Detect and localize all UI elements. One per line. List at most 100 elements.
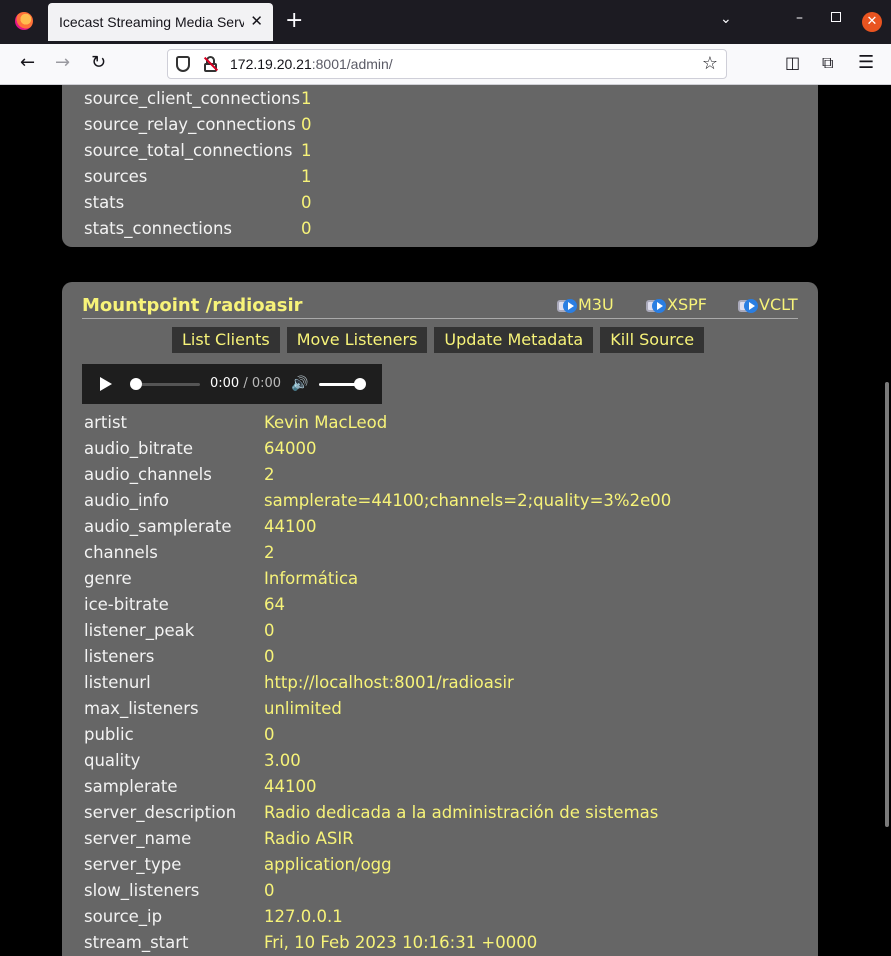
stat-key: max_listeners <box>84 699 199 718</box>
mountpoint-panel: Mountpoint /radioasir M3U XSPF VCLT List… <box>62 282 818 956</box>
stat-key: stats <box>84 193 125 212</box>
stat-value: 2 <box>264 465 275 484</box>
stat-value: 0 <box>264 881 275 900</box>
menu-hamburger-icon[interactable]: ☰ <box>858 53 874 73</box>
stat-key: artist <box>84 413 128 432</box>
title-divider <box>82 318 798 319</box>
stat-value: 0 <box>301 219 312 238</box>
firefox-logo-icon[interactable] <box>15 12 33 30</box>
stat-key: quality <box>84 751 141 770</box>
stat-value: 127.0.0.1 <box>264 907 343 926</box>
page-content: source_client_connections 1 source_relay_c… <box>0 85 891 956</box>
stat-key: stats_connections <box>84 219 233 238</box>
stat-key: audio_samplerate <box>84 517 232 536</box>
stat-key: samplerate <box>84 777 178 796</box>
stat-value: Radio dedicada a la administración de si… <box>264 803 659 822</box>
play-playlist-icon <box>557 297 577 313</box>
stat-value: 0 <box>264 725 275 744</box>
stat-value: 0 <box>301 115 312 134</box>
stat-value: 1 <box>301 89 312 108</box>
bookmark-star-icon[interactable]: ☆ <box>702 53 718 74</box>
play-icon[interactable] <box>100 377 112 391</box>
stat-key: server_description <box>84 803 237 822</box>
url-text[interactable]: 172.19.20.21:8001/admin/ <box>230 56 393 72</box>
stat-value: Kevin MacLeod <box>264 413 388 432</box>
stat-value: 0 <box>264 621 275 640</box>
extensions-icon[interactable]: ⧉ <box>822 53 833 73</box>
m3u-playlist-link[interactable]: M3U <box>557 295 614 314</box>
volume-slider[interactable] <box>319 383 359 386</box>
stat-value: 44100 <box>264 517 317 536</box>
stat-value: http://localhost:8001/radioasir <box>264 673 514 692</box>
move-listeners-button[interactable]: Move Listeners <box>286 327 428 353</box>
stat-value: Informática <box>264 569 359 588</box>
stat-key: audio_channels <box>84 465 212 484</box>
vclt-playlist-link[interactable]: VCLT <box>738 295 798 314</box>
tab-icecast[interactable]: Icecast Streaming Media Server ✕ <box>48 3 273 41</box>
stat-key: source_relay_connections <box>84 115 296 134</box>
page-scrollbar[interactable] <box>885 382 889 827</box>
stat-key: slow_listeners <box>84 881 200 900</box>
play-playlist-icon <box>646 297 666 313</box>
stat-key: listeners <box>84 647 155 666</box>
seek-handle[interactable] <box>130 378 142 390</box>
seek-track[interactable] <box>137 383 200 386</box>
stat-value: 1 <box>301 167 312 186</box>
stat-value: Fri, 10 Feb 2023 10:16:31 +0000 <box>264 933 538 952</box>
stat-key: listener_peak <box>84 621 195 640</box>
update-metadata-button[interactable]: Update Metadata <box>434 327 594 353</box>
chevron-down-icon[interactable]: ⌄ <box>720 11 732 27</box>
stat-value: 64000 <box>264 439 317 458</box>
window-close-icon[interactable]: ✕ <box>862 12 882 32</box>
stat-key: server_type <box>84 855 182 874</box>
mount-actions: List Clients Move Listeners Update Metad… <box>172 327 705 353</box>
stat-value: 1 <box>301 141 312 160</box>
navigation-toolbar: ← → ↻ 172.19.20.21:8001/admin/ ☆ ◫ ⧉ ☰ <box>0 44 891 85</box>
stat-key: genre <box>84 569 132 588</box>
new-tab-button[interactable]: + <box>285 9 303 33</box>
xspf-playlist-link[interactable]: XSPF <box>646 295 707 314</box>
forward-arrow-icon[interactable]: → <box>55 53 70 73</box>
stat-value: samplerate=44100;channels=2;quality=3%2e… <box>264 491 672 510</box>
stat-key: public <box>84 725 134 744</box>
tab-bar: Icecast Streaming Media Server ✕ + ⌄ – ✕ <box>0 0 891 44</box>
time-display: 0:00 / 0:00 <box>210 376 282 391</box>
stat-key: sources <box>84 167 148 186</box>
maximize-icon[interactable] <box>831 12 841 22</box>
stat-key: ice-bitrate <box>84 595 169 614</box>
stat-value: 0 <box>264 647 275 666</box>
stat-value: application/ogg <box>264 855 392 874</box>
stat-value: unlimited <box>264 699 342 718</box>
play-playlist-icon <box>738 297 758 313</box>
shield-icon[interactable] <box>176 56 190 72</box>
back-arrow-icon[interactable]: ← <box>20 53 35 73</box>
global-stats-panel: source_client_connections 1 source_relay_c… <box>62 85 818 247</box>
minimize-icon[interactable]: – <box>796 10 803 26</box>
stat-key: source_ip <box>84 907 163 926</box>
tab-close-icon[interactable]: ✕ <box>250 12 263 30</box>
audio-player[interactable]: 0:00 / 0:00 🔊 <box>82 364 382 404</box>
volume-icon[interactable]: 🔊 <box>291 376 308 392</box>
mountpoint-title: Mountpoint /radioasir <box>82 295 303 316</box>
stat-key: listenurl <box>84 673 151 692</box>
stat-value: 3.00 <box>264 751 301 770</box>
stat-value: 2 <box>264 543 275 562</box>
stat-value: 44100 <box>264 777 317 796</box>
stat-key: source_total_connections <box>84 141 293 160</box>
stat-value: Radio ASIR <box>264 829 354 848</box>
stat-value: 0 <box>301 193 312 212</box>
volume-handle[interactable] <box>354 378 366 390</box>
stat-key: stream_start <box>84 933 189 952</box>
tab-title: Icecast Streaming Media Server <box>59 14 244 30</box>
stat-key: server_name <box>84 829 192 848</box>
stat-key: channels <box>84 543 158 562</box>
address-bar[interactable]: 172.19.20.21:8001/admin/ ☆ <box>167 49 727 79</box>
kill-source-button[interactable]: Kill Source <box>600 327 705 353</box>
pocket-icon[interactable]: ◫ <box>785 53 800 73</box>
reload-icon[interactable]: ↻ <box>91 53 106 73</box>
stat-value: 64 <box>264 595 285 614</box>
stat-key: audio_info <box>84 491 169 510</box>
stat-key: source_client_connections <box>84 89 301 108</box>
list-clients-button[interactable]: List Clients <box>172 327 280 353</box>
insecure-lock-icon[interactable] <box>203 56 219 72</box>
